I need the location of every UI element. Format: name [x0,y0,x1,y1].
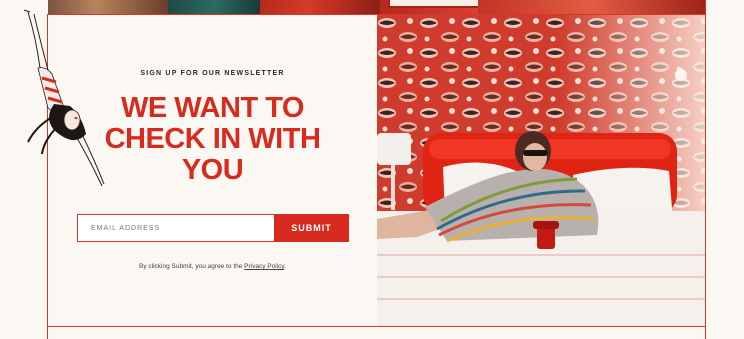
top-photo-strip [48,0,706,14]
newsletter-form: SUBMIT [77,214,349,242]
hero-photo-image [377,15,705,326]
diver-illustration-icon [23,9,105,187]
strip-photo-5 [478,0,706,14]
legal-suffix: . [284,263,286,270]
frame-bottom-line [47,326,706,327]
submit-button[interactable]: SUBMIT [274,214,349,242]
email-field[interactable] [77,214,274,242]
strip-photo-3 [260,0,380,14]
legal-text: By clicking Submit, you agree to the Pri… [48,263,377,270]
strip-photo-4 [380,0,512,14]
legal-prefix: By clicking Submit, you agree to the [139,263,245,270]
privacy-policy-link[interactable]: Privacy Policy [244,263,284,270]
hero-photo [377,15,705,326]
frame-right-line [705,0,706,339]
strip-photo-2 [168,0,260,14]
